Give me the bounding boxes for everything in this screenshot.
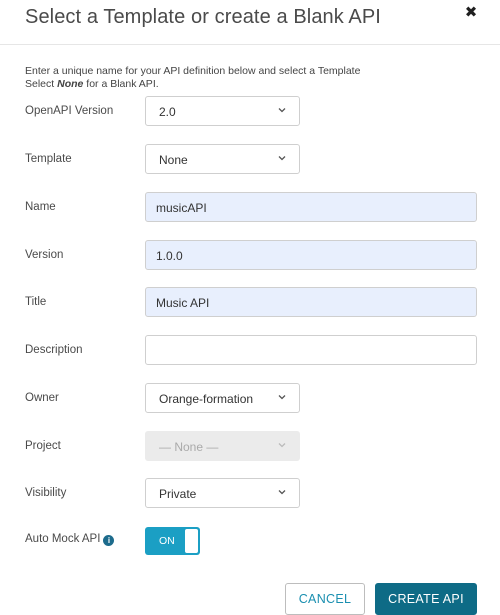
visibility-row: Visibility Private: [0, 478, 500, 510]
version-label: Version: [25, 249, 64, 261]
name-value: musicAPI: [156, 201, 207, 215]
cancel-button[interactable]: CANCEL: [285, 583, 365, 615]
openapi-version-select[interactable]: 2.0: [145, 96, 300, 126]
intro-line-2: Select None for a Blank API.: [25, 78, 360, 91]
intro-line-2-suffix: for a Blank API.: [83, 78, 159, 90]
owner-label: Owner: [25, 392, 59, 404]
chevron-down-icon: [278, 156, 286, 161]
openapi-version-label: OpenAPI Version: [25, 105, 114, 117]
template-row: Template None: [0, 144, 500, 176]
chevron-down-icon: [278, 443, 286, 448]
intro-text: Enter a unique name for your API definit…: [25, 65, 360, 91]
project-value: — None —: [159, 440, 219, 454]
name-row: Name musicAPI: [0, 192, 500, 224]
dialog-title: Select a Template or create a Blank API: [25, 6, 381, 28]
owner-value: Orange-formation: [159, 392, 254, 406]
project-label: Project: [25, 440, 61, 452]
chevron-down-icon: [278, 490, 286, 495]
title-label: Title: [25, 296, 47, 308]
chevron-down-icon: [278, 108, 286, 113]
description-label: Description: [25, 344, 83, 356]
auto-mock-label-text: Auto Mock API: [25, 533, 101, 545]
toggle-on-label: ON: [159, 535, 175, 547]
openapi-version-row: OpenAPI Version 2.0: [0, 96, 500, 128]
name-label: Name: [25, 201, 56, 213]
visibility-select[interactable]: Private: [145, 478, 300, 508]
version-input[interactable]: 1.0.0: [145, 240, 477, 270]
intro-line-2-emphasis: None: [57, 78, 84, 90]
description-input[interactable]: [145, 335, 477, 365]
auto-mock-toggle[interactable]: ON: [145, 527, 200, 555]
openapi-version-value: 2.0: [159, 105, 176, 119]
close-icon[interactable]: ✖: [462, 4, 480, 22]
title-value: Music API: [156, 296, 210, 310]
auto-mock-row: Auto Mock API i ON: [0, 527, 500, 559]
description-row: Description: [0, 335, 500, 367]
template-select[interactable]: None: [145, 144, 300, 174]
owner-row: Owner Orange-formation: [0, 383, 500, 415]
chevron-down-icon: [278, 395, 286, 400]
version-row: Version 1.0.0: [0, 240, 500, 272]
visibility-value: Private: [159, 487, 197, 501]
intro-line-2-prefix: Select: [25, 78, 58, 90]
title-row: Title Music API: [0, 287, 500, 319]
owner-select[interactable]: Orange-formation: [145, 383, 300, 413]
template-value: None: [159, 153, 188, 167]
dialog-header: Select a Template or create a Blank API …: [0, 0, 500, 45]
create-api-button[interactable]: CREATE API: [375, 583, 477, 615]
intro-line-1: Enter a unique name for your API definit…: [25, 65, 361, 77]
version-value: 1.0.0: [156, 249, 183, 263]
name-input[interactable]: musicAPI: [145, 192, 477, 222]
auto-mock-label: Auto Mock API i: [25, 533, 115, 546]
title-input[interactable]: Music API: [145, 287, 477, 317]
project-select: — None —: [145, 431, 300, 461]
template-label: Template: [25, 153, 72, 165]
toggle-knob: [185, 529, 198, 553]
project-row: Project — None —: [0, 431, 500, 463]
visibility-label: Visibility: [25, 487, 67, 499]
info-icon[interactable]: i: [103, 535, 115, 546]
